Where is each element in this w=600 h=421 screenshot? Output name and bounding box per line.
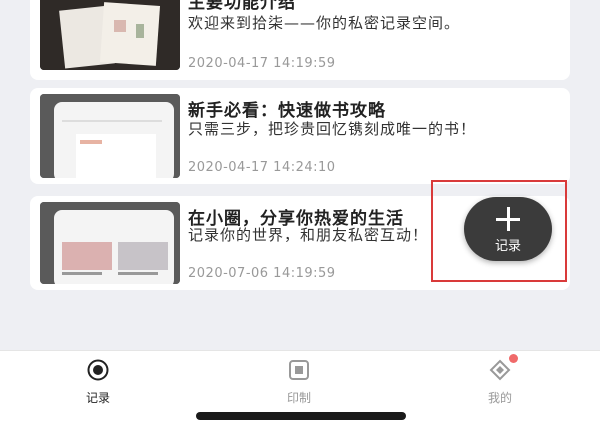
nav-label: 印制 xyxy=(286,391,311,405)
card-timestamp: 2020-07-06 14:19:59 xyxy=(188,266,336,281)
bottom-nav: 记录 印制 我的 xyxy=(0,350,600,421)
article-card[interactable]: 新手必看：快速做书攻略 只需三步，把珍贵回忆镌刻成唯一的书！ 2020-04-1… xyxy=(30,88,570,184)
plus-icon xyxy=(496,207,520,231)
fab-label: 记录 xyxy=(494,239,521,254)
card-timestamp: 2020-04-17 14:24:10 xyxy=(188,160,336,175)
notification-badge xyxy=(509,354,518,363)
nav-label: 我的 xyxy=(487,391,512,405)
nav-item-profile[interactable]: 我的 xyxy=(460,354,540,406)
profile-icon xyxy=(489,354,518,381)
phone-screenshot-image xyxy=(40,94,180,178)
card-description: 欢迎来到拾柒——你的私密记录空间。 xyxy=(188,14,461,32)
card-thumbnail-phone xyxy=(40,94,180,178)
print-icon xyxy=(288,359,310,381)
card-thumbnail-phone xyxy=(40,202,180,284)
record-icon xyxy=(87,359,109,381)
card-thumbnail-books xyxy=(40,0,180,70)
card-timestamp: 2020-04-17 14:19:59 xyxy=(188,56,336,71)
books-image xyxy=(40,0,180,70)
card-description: 只需三步，把珍贵回忆镌刻成唯一的书！ xyxy=(188,120,477,138)
nav-label: 记录 xyxy=(85,391,110,405)
phone-screenshot-image xyxy=(40,202,180,284)
article-card[interactable]: 主要功能介绍 欢迎来到拾柒——你的私密记录空间。 2020-04-17 14:1… xyxy=(30,0,570,80)
nav-item-print[interactable]: 印制 xyxy=(259,359,339,406)
record-fab-button[interactable]: 记录 xyxy=(464,197,552,261)
nav-item-record[interactable]: 记录 xyxy=(58,359,138,406)
home-indicator xyxy=(196,412,406,420)
card-description: 记录你的世界，和朋友私密互动！ xyxy=(188,226,429,244)
